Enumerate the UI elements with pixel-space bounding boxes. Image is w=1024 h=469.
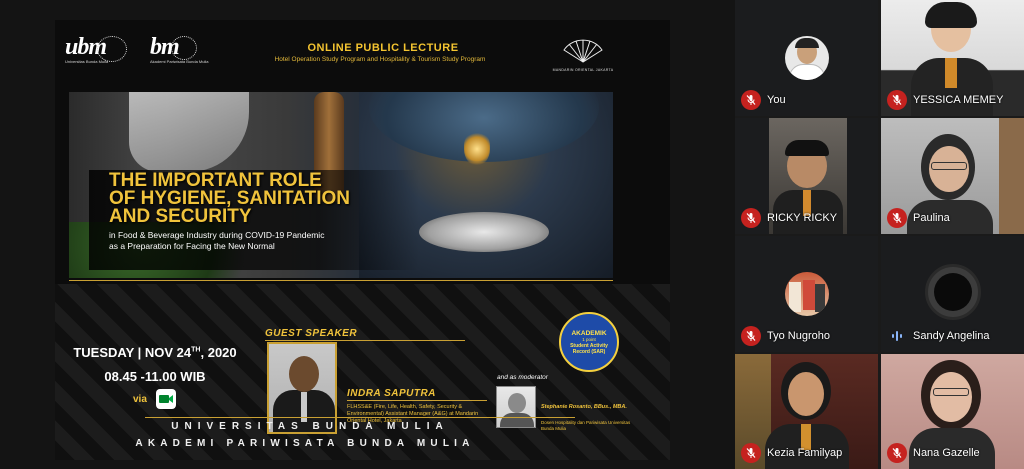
participant-tile[interactable]: RICKY RICKY [735, 118, 878, 234]
participant-tile[interactable]: Kezia Familyap [735, 354, 878, 469]
event-date: TUESDAY | NOV 24TH, 2020 [73, 345, 237, 360]
partner-logo-text: MANDARIN ORIENTAL JAKARTA [552, 68, 614, 72]
divider-line [69, 280, 613, 281]
participant-tile[interactable]: Nana Gazelle [881, 354, 1024, 469]
participant-tile[interactable]: Paulina [881, 118, 1024, 234]
banner-image: THE IMPORTANT ROLE OF HYGIENE, SANITATIO… [69, 92, 613, 278]
via-label: via [133, 394, 147, 405]
mic-off-icon [887, 443, 907, 463]
lecture-title: ONLINE PUBLIC LECTURE [307, 42, 459, 54]
moderator-name: Stephanie Rosanto, BBus., MBA. [541, 404, 627, 410]
ubm-logo-ring [97, 36, 127, 62]
lecture-subtitle: Hotel Operation Study Program and Hospit… [274, 56, 486, 63]
participant-name: Nana Gazelle [913, 447, 980, 459]
mic-off-icon [741, 443, 761, 463]
participant-tile[interactable]: YESSICA MEMEY [881, 0, 1024, 116]
participant-tile[interactable]: You [735, 0, 878, 116]
participant-tile[interactable]: Sandy Angelina [881, 236, 1024, 352]
speaking-indicator-icon [887, 326, 907, 346]
participant-name: Kezia Familyap [767, 447, 843, 459]
participant-name: Sandy Angelina [913, 330, 990, 342]
event-time: 08.45 -11.00 WIB [104, 369, 206, 384]
mic-off-icon [741, 326, 761, 346]
moderator-title: Dosen Hospitality dan Pariwisata Univers… [541, 420, 631, 431]
participant-tile[interactable]: Tyo Nugroho [735, 236, 878, 352]
participant-name: Paulina [913, 212, 950, 224]
mic-off-icon [887, 208, 907, 228]
slide-lower-panel: TUESDAY | NOV 24TH, 2020 08.45 -11.00 WI… [55, 284, 670, 460]
main-title: THE IMPORTANT ROLE OF HYGIENE, SANITATIO… [109, 170, 351, 227]
footer-university: UNIVERSITAS BUNDA MULIA [171, 421, 449, 432]
video-call-window: ubm Universitas Bunda Mulia bm Akademi P… [0, 0, 1024, 469]
moderator-label: and as moderator [497, 374, 548, 381]
main-subtitle: in Food & Beverage Industry during COVID… [109, 230, 325, 251]
speaker-name: INDRA SAPUTRA [347, 388, 436, 399]
participant-name: You [767, 94, 786, 106]
participant-avatar [785, 36, 829, 80]
guest-speaker-label: GUEST SPEAKER [265, 328, 358, 339]
participant-name: RICKY RICKY [767, 212, 838, 224]
meet-camera-icon [156, 389, 176, 409]
bm-logo-ring [171, 36, 197, 60]
footer-academy: AKADEMI PARIWISATA BUNDA MULIA [135, 438, 475, 449]
participant-name: YESSICA MEMEY [913, 94, 1004, 106]
participant-avatar [785, 272, 829, 316]
mic-off-icon [741, 208, 761, 228]
mic-off-icon [741, 90, 761, 110]
participant-avatar [925, 264, 981, 320]
shared-screen[interactable]: ubm Universitas Bunda Mulia bm Akademi P… [0, 0, 735, 469]
participant-name: Tyo Nugroho [767, 330, 830, 342]
presentation-slide: ubm Universitas Bunda Mulia bm Akademi P… [55, 20, 670, 460]
mic-off-icon [887, 90, 907, 110]
sar-badge: AKADEMIK 1 point Student Activity Record… [559, 312, 619, 372]
participant-grid: You YESSICA MEMEY RICKY RICKY Paulina Ty… [735, 0, 1024, 469]
